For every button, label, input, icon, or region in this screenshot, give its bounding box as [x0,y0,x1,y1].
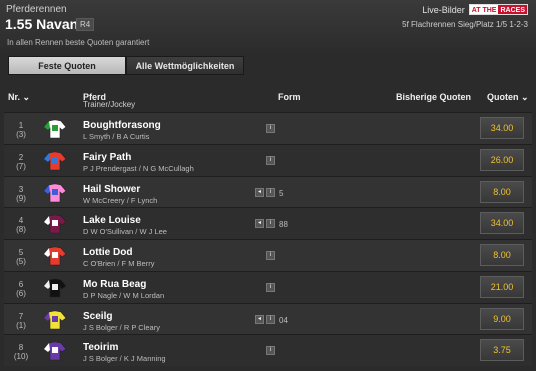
jockey-silk-icon [43,183,67,202]
saddle-number: 3 [18,184,24,194]
draw-number: (7) [16,161,26,171]
trainer-jockey: C O'Brien / F M Berry [83,259,155,268]
horse-name[interactable]: Teoirim [83,342,118,353]
jockey-silk-icon [43,341,67,361]
column-header-form: Form [278,92,301,102]
runner-row: 5 (5) Lottie Dod C O'Brien / F M Berry i 8.00 [4,239,532,271]
column-header-prev-odds: Bisherige Quoten [396,92,472,102]
best-odds-guarantee: In allen Rennen beste Quoten garantiert [7,38,150,47]
trainer-jockey: D P Nagle / W M Lordan [83,290,165,300]
runner-number: 2 (7) [7,153,35,171]
form-figures: 88 [279,220,288,230]
jockey-silk-icon [43,214,67,234]
saddle-number: 5 [18,248,24,257]
runner-row: 8 (10) Teoirim J S Bolger / K J Manning i 3.7… [4,334,532,366]
odds-button[interactable]: 34.00 [480,212,524,235]
form-figures: 5 [279,188,284,198]
draw-number: (1) [16,320,26,330]
live-pictures-label[interactable]: Live-Bilder [422,5,465,15]
trainer-jockey: J S Bolger / K J Manning [83,354,166,364]
race-category-label: Pferderennen [6,4,67,15]
runner-number: 3 (9) [7,185,35,203]
draw-number: (6) [16,288,26,298]
odds-button[interactable]: 26.00 [480,148,524,171]
runner-row: 3 (9) Hail Shower W McCreery / F Lynch ◂ i 5 8.… [4,175,532,208]
column-header-nr[interactable]: Nr. ⌄ [8,92,30,103]
info-icon[interactable]: i [266,124,275,133]
odds-button[interactable]: 3.75 [480,339,524,362]
runner-number: 4 (8) [7,216,35,234]
horse-name[interactable]: Boughtforasong [83,120,161,131]
saddle-number: 4 [18,216,24,226]
horse-name[interactable]: Lottie Dod [83,247,132,258]
trainer-jockey: L Smyth / B A Curtis [83,132,150,141]
runner-number: 8 (10) [7,343,35,361]
info-icon[interactable]: i [266,314,275,324]
tab-fixed-odds[interactable]: Feste Quoten [8,56,126,75]
race-code-badge: R4 [76,18,95,31]
runner-number: 7 (1) [7,312,35,330]
form-prev-arrow-icon[interactable]: ◂ [255,314,264,324]
trainer-jockey: W McCreery / F Lynch [83,195,158,205]
runner-row: 1 (3) Boughtforasong L Smyth / B A Curtis i 3… [4,112,532,144]
horse-name[interactable]: Lake Louise [83,215,141,226]
info-icon[interactable]: i [266,187,275,197]
horse-name[interactable]: Mo Rua Beag [83,279,146,290]
live-pictures[interactable]: Live-Bilder AT THE RACES [422,4,528,15]
saddle-number: 7 [18,311,24,321]
runner-number: 6 (6) [7,280,35,298]
trainer-jockey: J S Bolger / R P Cleary [83,322,160,332]
draw-number: (3) [16,130,26,139]
runner-number: 1 (3) [7,121,35,139]
saddle-number: 1 [18,121,24,130]
form-prev-arrow-icon[interactable]: ◂ [255,219,264,229]
draw-number: (10) [13,352,29,362]
race-header: Pferderennen 1.55 Navan R4 Live-Bilder A… [0,0,536,52]
info-icon[interactable]: i [266,282,275,292]
draw-number: (9) [16,193,26,203]
runner-list: 1 (3) Boughtforasong L Smyth / B A Curtis i 3… [4,112,532,366]
info-icon[interactable]: i [266,219,275,229]
saddle-number: 2 [18,152,24,162]
trainer-jockey: P J Prendergast / N G McCullagh [83,163,194,173]
column-header-trainer-jockey: Trainer/Jockey [83,100,136,109]
form-figures: 04 [279,315,288,325]
jockey-silk-icon [43,151,67,171]
horse-name[interactable]: Fairy Path [83,152,131,163]
atr-logo-part-a: AT THE [469,5,499,14]
jockey-silk-icon [43,278,67,298]
odds-button[interactable]: 8.00 [480,244,524,266]
draw-number: (5) [16,257,26,266]
tab-all-bets[interactable]: Alle Wettmöglichkeiten [126,56,244,75]
odds-button[interactable]: 9.00 [480,307,524,330]
odds-button[interactable]: 34.00 [480,117,524,139]
info-icon[interactable]: i [266,155,275,165]
race-title: 1.55 Navan [5,16,79,32]
trainer-jockey: D W O'Sullivan / W J Lee [83,227,167,237]
info-icon[interactable]: i [266,346,275,356]
jockey-silk-icon [43,310,67,329]
jockey-silk-icon [43,246,67,266]
at-the-races-logo[interactable]: AT THE RACES [468,4,528,15]
form-prev-arrow-icon[interactable]: ◂ [255,187,264,197]
runner-row: 6 (6) Mo Rua Beag D P Nagle / W M Lordan i 21… [4,270,532,303]
runner-row: 2 (7) Fairy Path P J Prendergast / N G McCu… [4,143,532,176]
odds-button[interactable]: 21.00 [480,275,524,298]
odds-button[interactable]: 8.00 [480,180,524,203]
race-conditions: 5f Flachrennen Sieg/Platz 1/5 1-2-3 [402,20,528,29]
column-header-odds[interactable]: Quoten ⌄ [487,92,529,103]
jockey-silk-icon [43,119,67,139]
runner-row: 7 (1) Sceilg J S Bolger / R P Cleary ◂ i 04 9.0… [4,302,532,335]
horse-name[interactable]: Hail Shower [83,184,140,195]
horse-name[interactable]: Sceilg [83,311,112,322]
runner-row: 4 (8) Lake Louise D W O'Sullivan / W J Lee ◂… [4,207,532,239]
runner-number: 5 (5) [7,248,35,266]
atr-logo-part-b: RACES [498,5,527,14]
saddle-number: 8 [18,343,24,353]
market-tabs: Feste Quoten Alle Wettmöglichkeiten [8,56,244,75]
draw-number: (8) [16,225,26,235]
info-icon[interactable]: i [266,251,275,260]
saddle-number: 6 [18,279,24,289]
